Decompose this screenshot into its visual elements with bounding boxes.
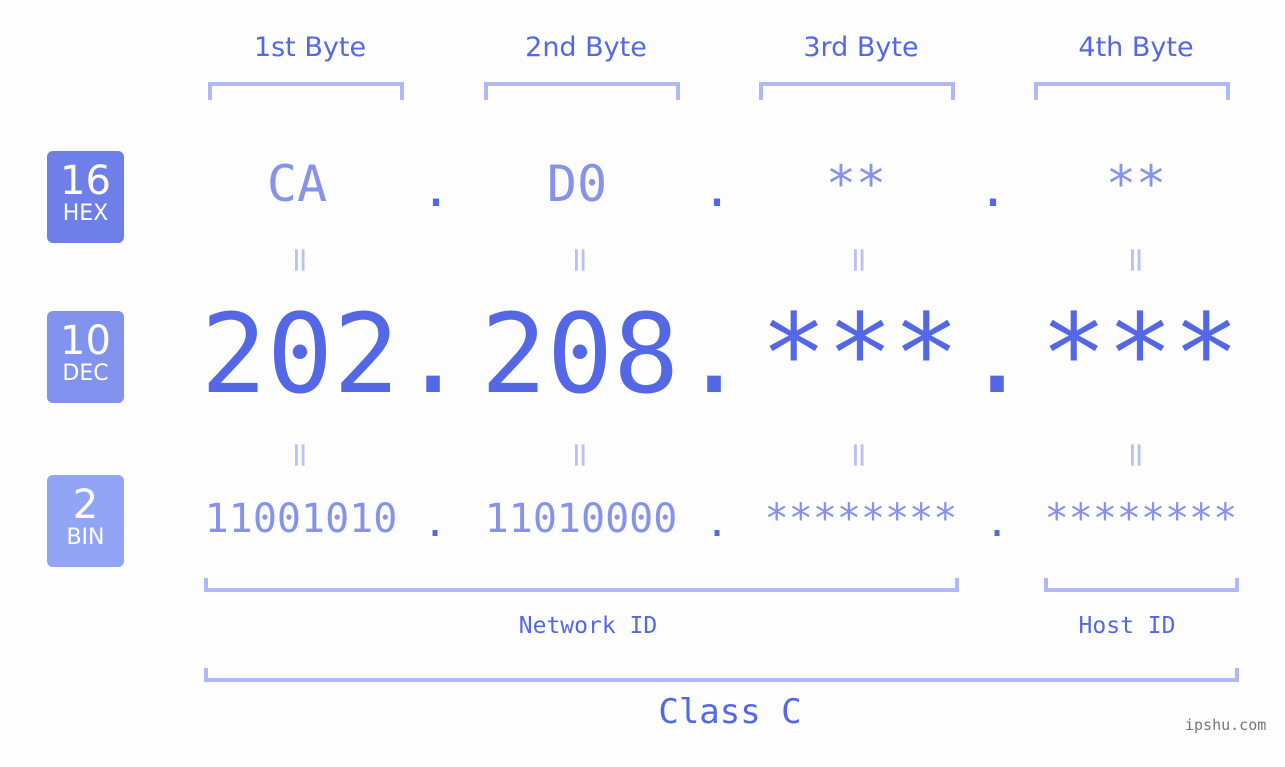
dec-value-3: *** [760, 290, 960, 418]
equals-sign: = [839, 440, 879, 470]
byte-bracket-1 [208, 82, 404, 100]
hex-badge: 16 HEX [47, 151, 124, 243]
dec-value-4: *** [1040, 290, 1240, 418]
byte-label-3: 3rd Byte [803, 32, 919, 63]
watermark: ipshu.com [1185, 716, 1267, 734]
class-bracket [204, 668, 1239, 682]
dec-value-1: 202 [200, 290, 400, 418]
equals-sign: = [280, 440, 320, 470]
network-id-label: Network ID [518, 613, 658, 639]
equals-sign: = [560, 440, 600, 470]
byte-label-2: 2nd Byte [525, 32, 647, 63]
equals-sign: = [1116, 245, 1156, 275]
bin-value-3: ******** [764, 496, 958, 542]
hex-value-2: D0 [546, 155, 608, 213]
host-bracket [1044, 578, 1239, 592]
dec-dot-3: . [964, 290, 1031, 418]
class-label: Class C [658, 692, 802, 732]
bin-value-1: 11001010 [204, 496, 398, 542]
byte-label-4: 4th Byte [1078, 32, 1194, 63]
hex-value-1: CA [266, 155, 328, 213]
dec-label: DEC [62, 361, 109, 386]
bin-base: 2 [72, 482, 99, 528]
equals-sign: = [1116, 440, 1156, 470]
equals-sign: = [560, 245, 600, 275]
hex-dot-2: . [702, 160, 733, 218]
hex-value-4: ** [1105, 155, 1167, 213]
byte-bracket-3 [759, 82, 955, 100]
bin-dot-2: . [705, 500, 730, 546]
bin-dot-1: . [423, 500, 448, 546]
dec-base: 10 [60, 318, 111, 364]
byte-bracket-2 [484, 82, 680, 100]
dec-dot-1: . [400, 290, 467, 418]
host-id-label: Host ID [1078, 613, 1176, 639]
bin-dot-3: . [985, 500, 1010, 546]
hex-dot-3: . [978, 160, 1009, 218]
equals-sign: = [280, 245, 320, 275]
byte-bracket-4 [1034, 82, 1230, 100]
bin-label: BIN [66, 525, 105, 550]
dec-value-2: 208 [480, 290, 680, 418]
hex-base: 16 [60, 158, 111, 204]
dec-dot-2: . [681, 290, 748, 418]
hex-dot-1: . [421, 160, 452, 218]
bin-value-4: ******** [1044, 496, 1238, 542]
hex-value-3: ** [825, 155, 887, 213]
bin-badge: 2 BIN [47, 475, 124, 567]
hex-label: HEX [62, 201, 109, 226]
bin-value-2: 11010000 [484, 496, 678, 542]
byte-label-1: 1st Byte [253, 32, 367, 63]
dec-badge: 10 DEC [47, 311, 124, 403]
equals-sign: = [839, 245, 879, 275]
network-bracket [204, 578, 959, 592]
